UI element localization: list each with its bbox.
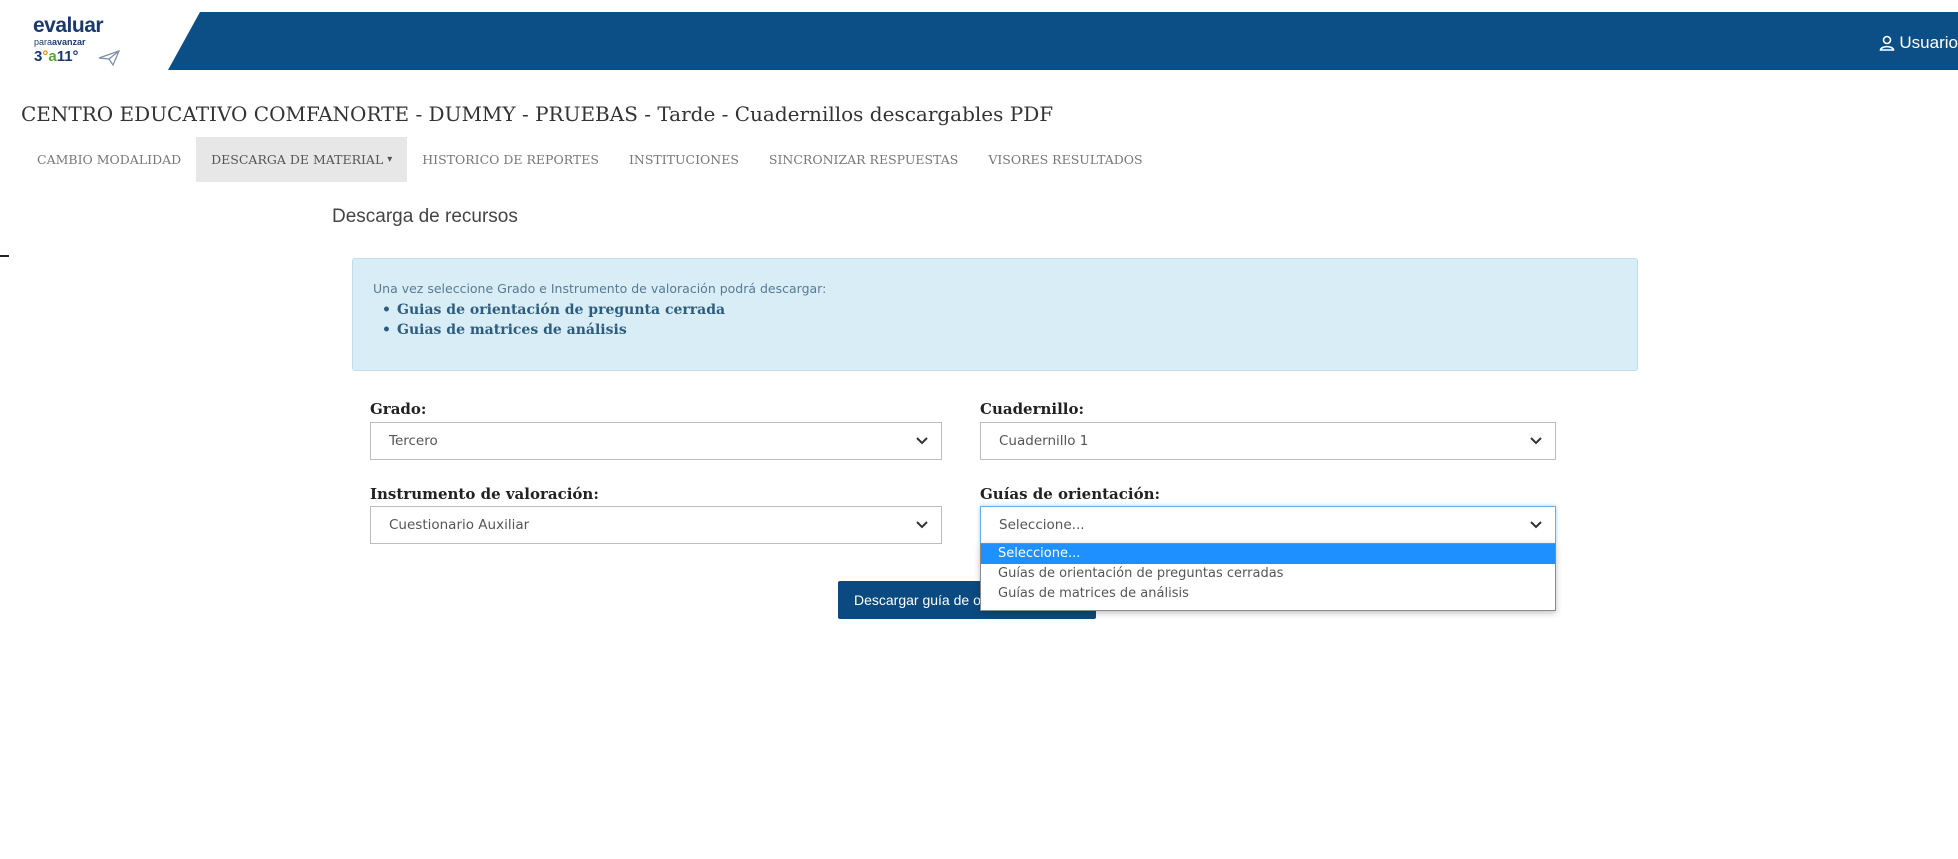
nav-cambio-modalidad[interactable]: CAMBIO MODALIDAD — [21, 137, 196, 182]
nav-historico-reportes[interactable]: HISTORICO DE REPORTES — [407, 137, 614, 182]
logo-tagline-strong: avanzar — [52, 37, 86, 47]
user-label: Usuario — [1899, 33, 1958, 52]
logo-word: evaluar — [33, 14, 104, 37]
logo-tagline: paraavanzar — [34, 37, 86, 47]
info-list-item: Guias de matrices de análisis — [373, 320, 725, 340]
logo-grade-range: 3°a11° — [34, 48, 79, 66]
nav-label: DESCARGA DE MATERIAL — [211, 152, 384, 167]
grado-select[interactable]: Tercero — [370, 422, 942, 460]
dropdown-option[interactable]: Guías de orientación de preguntas cerrad… — [981, 564, 1555, 584]
instrumento-label: Instrumento de valoración: — [370, 485, 599, 503]
cuadernillo-label: Cuadernillo: — [980, 400, 1085, 418]
guias-dropdown-list: Seleccione... Guías de orientación de pr… — [980, 543, 1556, 611]
nav-descarga-material[interactable]: DESCARGA DE MATERIAL ▾ — [196, 137, 408, 182]
nav-label: VISORES RESULTADOS — [988, 152, 1143, 167]
chevron-down-icon — [1530, 437, 1542, 445]
grado-value: Tercero — [389, 433, 438, 449]
info-intro: Una vez seleccione Grado e Instrumento d… — [373, 281, 827, 296]
user-icon — [1880, 35, 1895, 51]
instrumento-select[interactable]: Cuestionario Auxiliar — [370, 506, 942, 544]
caret-down-icon: ▾ — [387, 154, 393, 165]
info-list-item: Guias de orientación de pregunta cerrada — [373, 300, 725, 320]
nav-label: SINCRONIZAR RESPUESTAS — [768, 152, 959, 167]
top-header: evaluar paraavanzar 3°a11° Usuario — [0, 12, 1958, 70]
edge-marker — [0, 255, 9, 257]
dropdown-option[interactable]: Seleccione... — [981, 544, 1555, 564]
guias-value: Seleccione... — [999, 517, 1085, 533]
guias-select[interactable]: Seleccione... — [980, 506, 1556, 544]
nav-instituciones[interactable]: INSTITUCIONES — [614, 137, 754, 182]
chevron-down-icon — [1530, 521, 1542, 529]
grado-label: Grado: — [370, 400, 427, 418]
logo-grade-c: 11° — [56, 48, 79, 65]
chevron-down-icon — [916, 521, 928, 529]
logo-tagline-prefix: para — [34, 37, 53, 47]
cuadernillo-value: Cuadernillo 1 — [999, 433, 1089, 449]
nav-label: CAMBIO MODALIDAD — [37, 152, 182, 167]
main-nav: CAMBIO MODALIDAD DESCARGA DE MATERIAL ▾ H… — [21, 137, 1958, 182]
nav-visores-resultados[interactable]: VISORES RESULTADOS — [973, 137, 1157, 182]
nav-label: HISTORICO DE REPORTES — [422, 152, 599, 167]
page-title: CENTRO EDUCATIVO COMFANORTE - DUMMY - PR… — [21, 102, 1054, 126]
user-menu[interactable]: Usuario — [1879, 33, 1958, 53]
logo[interactable]: evaluar paraavanzar 3°a11° — [0, 12, 200, 70]
nav-label: INSTITUCIONES — [628, 152, 739, 167]
info-alert: Una vez seleccione Grado e Instrumento d… — [352, 258, 1638, 371]
logo-grade-b: a — [48, 48, 57, 65]
section-title: Descarga de recursos — [332, 206, 518, 227]
paper-plane-icon — [98, 50, 120, 66]
cuadernillo-select[interactable]: Cuadernillo 1 — [980, 422, 1556, 460]
instrumento-value: Cuestionario Auxiliar — [389, 517, 530, 533]
dropdown-option[interactable]: Guías de matrices de análisis — [981, 584, 1555, 604]
nav-sincronizar-respuestas[interactable]: SINCRONIZAR RESPUESTAS — [754, 137, 973, 182]
info-list: Guias de orientación de pregunta cerrada… — [373, 300, 725, 340]
guias-label: Guías de orientación: — [980, 485, 1161, 503]
chevron-down-icon — [916, 437, 928, 445]
